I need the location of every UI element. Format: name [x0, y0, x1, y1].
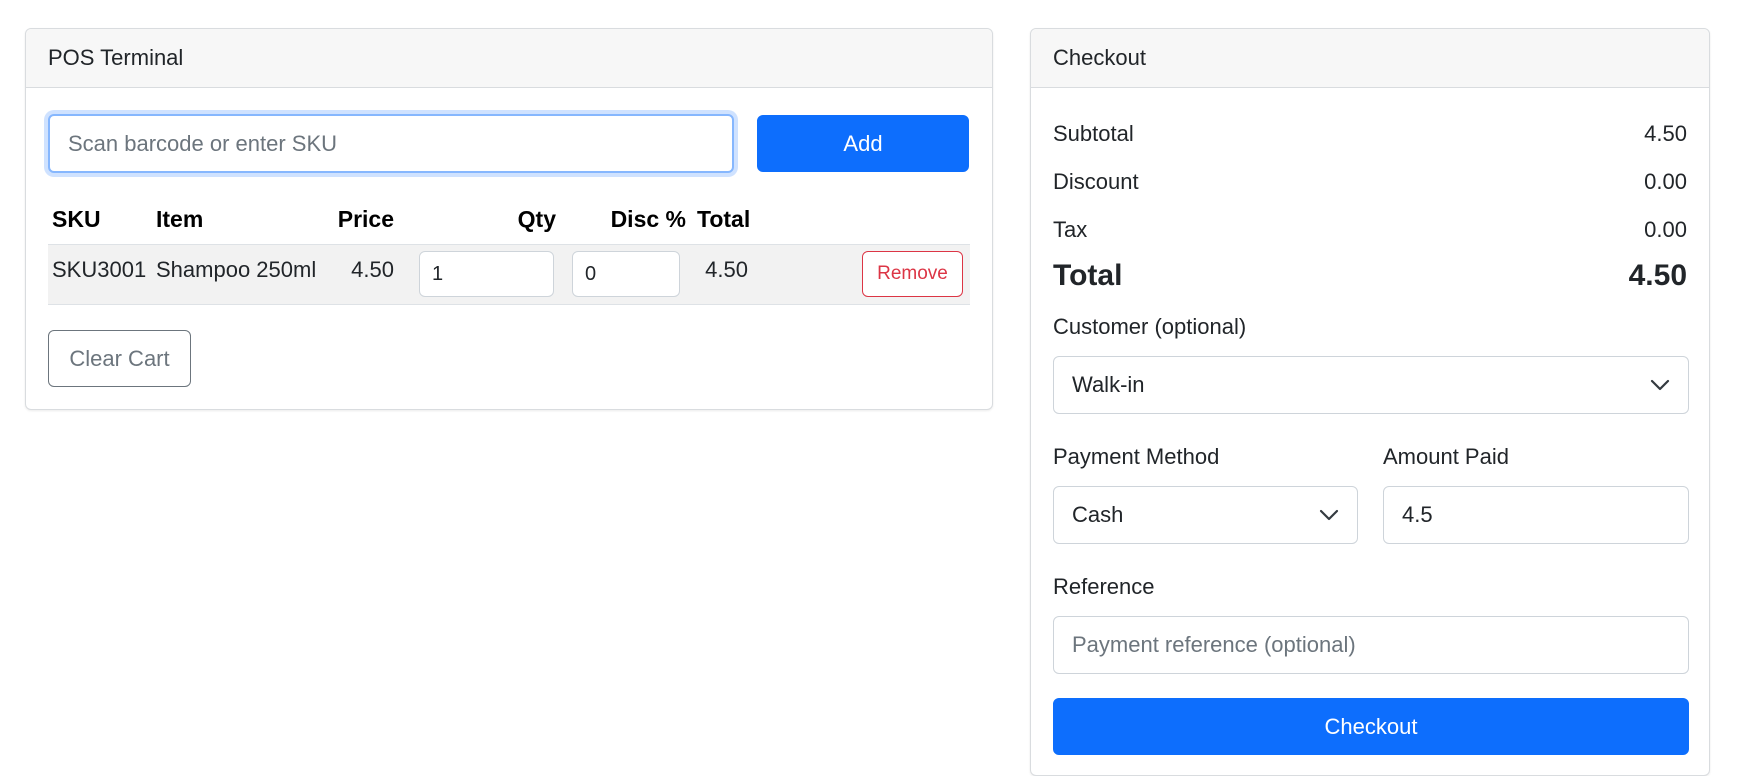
checkout-card: Checkout Subtotal 4.50 Discount 0.00 Tax…: [1030, 28, 1710, 776]
column-header-sku: SKU: [52, 206, 101, 232]
remove-item-button[interactable]: Remove: [862, 251, 963, 297]
amount-paid-label: Amount Paid: [1383, 444, 1509, 469]
column-header-disc: Disc %: [610, 206, 686, 232]
checkout-button[interactable]: Checkout: [1053, 698, 1689, 755]
tax-value: 0.00: [1644, 217, 1687, 242]
payment-method-label: Payment Method: [1053, 444, 1220, 469]
subtotal-value: 4.50: [1644, 121, 1687, 146]
pos-terminal-title: POS Terminal: [48, 45, 184, 70]
payment-method-value: Cash: [1072, 502, 1124, 527]
clear-cart-button[interactable]: Clear Cart: [48, 330, 191, 387]
discount-label: Discount: [1053, 169, 1139, 194]
customer-select[interactable]: Walk-in: [1053, 356, 1689, 414]
amount-paid-input[interactable]: [1383, 486, 1689, 544]
column-header-price: Price: [337, 206, 394, 232]
payment-method-select[interactable]: Cash: [1053, 486, 1358, 544]
discount-value: 0.00: [1644, 169, 1687, 194]
customer-select-value: Walk-in: [1072, 372, 1145, 397]
discount-percent-input[interactable]: [572, 251, 680, 297]
qty-input[interactable]: [419, 251, 554, 297]
chevron-down-icon: [1319, 509, 1339, 521]
cell-sku: SKU3001: [52, 257, 147, 282]
cell-total: 4.50: [705, 257, 748, 282]
chevron-down-icon: [1650, 379, 1670, 391]
scan-sku-input[interactable]: [48, 114, 734, 173]
reference-label: Reference: [1053, 574, 1155, 599]
checkout-title: Checkout: [1053, 45, 1146, 70]
pos-terminal-header: POS Terminal: [26, 29, 992, 88]
tax-label: Tax: [1053, 217, 1088, 242]
checkout-header: Checkout: [1031, 29, 1709, 88]
cell-item: Shampoo 250ml: [156, 257, 317, 282]
total-value: 4.50: [1628, 259, 1687, 292]
column-header-qty: Qty: [517, 206, 556, 232]
column-header-item: Item: [156, 206, 204, 232]
column-header-total: Total: [697, 206, 751, 232]
customer-label: Customer (optional): [1053, 314, 1247, 339]
total-label: Total: [1053, 259, 1123, 292]
cell-price: 4.50: [351, 257, 394, 282]
add-button[interactable]: Add: [757, 115, 969, 172]
payment-reference-input[interactable]: [1053, 616, 1689, 674]
pos-terminal-card: POS Terminal Add SKU Item Price Qty Disc…: [25, 28, 993, 410]
subtotal-label: Subtotal: [1053, 121, 1134, 146]
